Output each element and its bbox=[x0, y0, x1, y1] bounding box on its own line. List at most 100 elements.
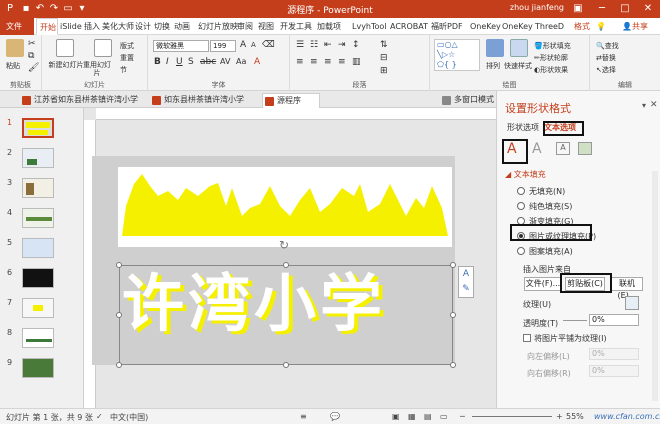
maximize-button[interactable]: □ bbox=[613, 0, 637, 18]
tab-foxit-pdf[interactable]: 福昕PDF bbox=[431, 18, 463, 35]
close-button[interactable]: ✕ bbox=[636, 0, 660, 18]
clear-format-icon[interactable]: ⌫ bbox=[262, 40, 275, 50]
tab-slideshow[interactable]: 幻灯片放映 bbox=[198, 18, 238, 35]
underline-icon[interactable]: U bbox=[176, 57, 183, 67]
new-slide-button[interactable]: 新建幻灯片 bbox=[48, 61, 84, 69]
quick-styles-button[interactable]: 快速样式 bbox=[504, 61, 532, 71]
slide-thumb-7[interactable] bbox=[22, 298, 54, 318]
slideshow-view-icon[interactable]: ▭ bbox=[440, 412, 448, 421]
tab-lvyhtool[interactable]: LvyhTool bbox=[352, 18, 390, 35]
text-fill-section[interactable]: ◢ 文本填充 bbox=[505, 169, 546, 180]
format-painter-icon[interactable]: 🖌 bbox=[28, 63, 39, 73]
resize-handle[interactable] bbox=[450, 262, 456, 268]
tab-design[interactable]: 设计 bbox=[135, 18, 151, 35]
section-button[interactable]: 节 bbox=[120, 65, 127, 75]
change-case-icon[interactable]: Aa bbox=[236, 57, 246, 66]
spellcheck-icon[interactable]: ✓ bbox=[96, 412, 103, 421]
align-text-icon[interactable]: ⊟ bbox=[380, 53, 388, 63]
grow-font-icon[interactable]: A bbox=[240, 40, 246, 50]
resize-handle[interactable] bbox=[283, 362, 289, 368]
align-center-icon[interactable]: ≡ bbox=[310, 57, 318, 67]
resize-handle[interactable] bbox=[116, 362, 122, 368]
tab-home[interactable]: 开始 bbox=[36, 18, 58, 35]
slide-thumb-6[interactable] bbox=[22, 268, 54, 288]
justify-icon[interactable]: ≡ bbox=[338, 57, 346, 67]
transparency-slider[interactable] bbox=[563, 320, 587, 321]
ribbon-display-icon[interactable]: ▣ bbox=[566, 0, 590, 18]
doctab-3[interactable]: 源程序 bbox=[262, 93, 320, 108]
tell-me-icon[interactable]: 💡 bbox=[596, 18, 606, 35]
resize-handle[interactable] bbox=[450, 312, 456, 318]
zoom-slider[interactable] bbox=[472, 416, 552, 417]
minimize-button[interactable]: ─ bbox=[590, 0, 614, 18]
font-color-icon[interactable]: A bbox=[254, 57, 260, 67]
language-indicator[interactable]: 中文(中国) bbox=[110, 412, 148, 423]
quick-styles-icon[interactable] bbox=[510, 39, 528, 57]
share-button[interactable]: 👤共享 bbox=[622, 18, 648, 35]
slide-thumb-1[interactable] bbox=[22, 118, 54, 138]
paste-button[interactable]: 粘贴 bbox=[6, 61, 20, 71]
strikethrough-icon[interactable]: abc bbox=[200, 57, 216, 67]
file-button[interactable]: 文件(F)... bbox=[524, 277, 562, 291]
user-name[interactable]: zhou jianfeng bbox=[510, 3, 564, 12]
cut-icon[interactable]: ✂ bbox=[28, 39, 36, 49]
decrease-indent-icon[interactable]: ⇤ bbox=[324, 40, 332, 50]
radio-pattern-fill[interactable] bbox=[517, 247, 525, 255]
tab-file[interactable]: 文件 bbox=[0, 18, 34, 35]
tab-transitions[interactable]: 切换 bbox=[154, 18, 170, 35]
numbering-icon[interactable]: ☷ bbox=[310, 40, 318, 50]
pane-close-icon[interactable]: ✕ bbox=[650, 100, 658, 110]
texture-picker[interactable] bbox=[625, 296, 639, 310]
tab-animations[interactable]: 动画 bbox=[174, 18, 190, 35]
textbox-icon[interactable]: A bbox=[556, 142, 570, 155]
quick-format-icons[interactable]: A ✎ bbox=[458, 266, 474, 298]
font-name-select[interactable]: 微软雅黑 bbox=[153, 40, 209, 52]
offset-left-input[interactable]: 0% bbox=[589, 348, 639, 360]
copy-icon[interactable]: ⧉ bbox=[28, 51, 34, 61]
tab-format[interactable]: 格式 bbox=[574, 18, 590, 35]
font-size-select[interactable]: 199 bbox=[210, 40, 236, 52]
tab-shape-options[interactable]: 形状选项 bbox=[507, 122, 539, 133]
doctab-2[interactable]: 如东县栟茶镇许湾小学 bbox=[150, 93, 260, 108]
pane-options-icon[interactable]: ▾ bbox=[642, 101, 646, 110]
char-spacing-icon[interactable]: AV bbox=[220, 57, 230, 66]
align-right-icon[interactable]: ≡ bbox=[324, 57, 332, 67]
resize-handle[interactable] bbox=[450, 362, 456, 368]
replace-button[interactable]: ⇄替换 bbox=[596, 53, 616, 63]
shape-outline-button[interactable]: ✏形状轮廓 bbox=[534, 53, 568, 63]
sorter-view-icon[interactable]: ▦ bbox=[408, 412, 416, 421]
normal-view-icon[interactable]: ▣ bbox=[392, 412, 400, 421]
smartart-icon[interactable]: ⊞ bbox=[380, 66, 388, 76]
resize-handle[interactable] bbox=[116, 262, 122, 268]
tab-beautify[interactable]: 美化大师 bbox=[102, 18, 134, 35]
shape-effects-button[interactable]: ◐形状效果 bbox=[534, 65, 568, 75]
shapes-gallery[interactable]: ▭○△ ╲▷☆ ⬠{ } bbox=[434, 39, 480, 71]
bullets-icon[interactable]: ☰ bbox=[296, 40, 304, 50]
shrink-font-icon[interactable]: A bbox=[251, 41, 256, 49]
text-effects-icon[interactable]: A bbox=[532, 141, 542, 157]
text-selection-box[interactable] bbox=[119, 265, 453, 365]
line-spacing-icon[interactable]: ↕ bbox=[352, 40, 360, 50]
zoom-level[interactable]: 55% bbox=[566, 412, 584, 421]
new-slide-icon[interactable] bbox=[56, 39, 74, 57]
slide-thumb-8[interactable] bbox=[22, 328, 54, 348]
notes-icon[interactable]: ≡ bbox=[300, 412, 307, 421]
text-direction-icon[interactable]: ⇅ bbox=[380, 40, 388, 50]
slide-thumb-5[interactable] bbox=[22, 238, 54, 258]
tab-islide[interactable]: iSlide bbox=[60, 18, 82, 35]
picture-icon[interactable] bbox=[578, 142, 592, 155]
paste-icon[interactable] bbox=[6, 39, 24, 57]
shape-fill-button[interactable]: 🪣形状填充 bbox=[534, 41, 571, 51]
multi-window-button[interactable]: 多窗口模式 bbox=[440, 93, 496, 108]
tab-view[interactable]: 视图 bbox=[258, 18, 274, 35]
tab-review[interactable]: 审阅 bbox=[237, 18, 253, 35]
find-button[interactable]: 🔍查找 bbox=[596, 41, 619, 51]
zoom-in-icon[interactable]: + bbox=[556, 412, 563, 421]
tab-onekey-1[interactable]: OneKey bbox=[470, 18, 501, 35]
arrange-button[interactable]: 排列 bbox=[486, 61, 500, 71]
tab-acrobat[interactable]: ACROBAT bbox=[390, 18, 430, 35]
radio-no-fill[interactable] bbox=[517, 187, 525, 195]
increase-indent-icon[interactable]: ⇥ bbox=[338, 40, 346, 50]
italic-icon[interactable]: I bbox=[166, 57, 169, 67]
tab-threed[interactable]: ThreeD bbox=[535, 18, 564, 35]
